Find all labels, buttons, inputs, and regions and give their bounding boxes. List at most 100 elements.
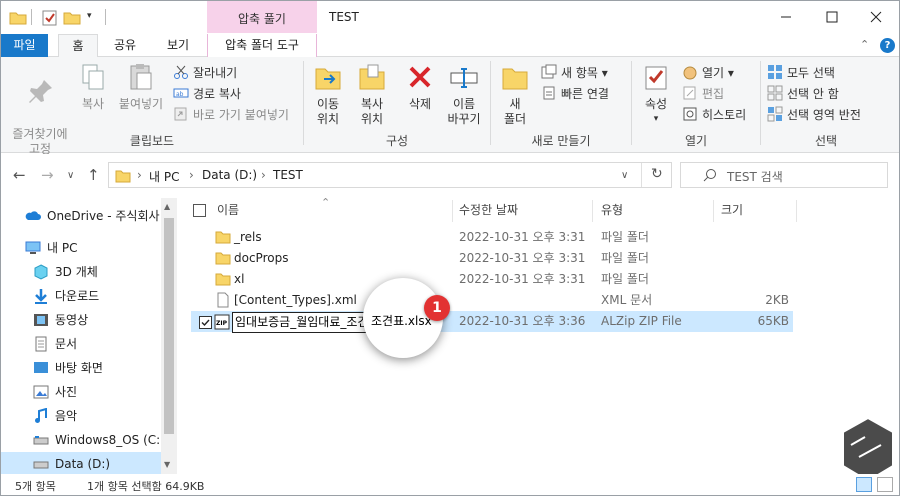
history-button[interactable]: 히스토리 — [682, 105, 746, 125]
select-none-button[interactable]: 선택 안 함 — [767, 84, 839, 104]
file-size: 2KB — [765, 293, 789, 307]
help-icon[interactable]: ? — [880, 38, 895, 53]
list-item[interactable]: docProps 2022-10-31 오후 3:31 파일 폴더 — [191, 248, 793, 269]
pc-icon — [25, 241, 41, 254]
edit-button[interactable]: 편집 — [682, 84, 724, 104]
tree-item-pictures[interactable]: 사진 — [1, 380, 161, 404]
minimize-button[interactable] — [763, 1, 809, 33]
customize-toolbar-icon[interactable]: ▾ — [87, 11, 105, 29]
column-header-modified[interactable]: 수정한 날짜 — [459, 198, 518, 222]
copy-to-button[interactable]: 복사 위치 — [352, 61, 392, 127]
tab-compressed-folder-tools[interactable]: 압축 폴더 도구 — [207, 34, 317, 57]
breadcrumb-pc[interactable]: 내 PC — [149, 168, 179, 185]
title-bar: ▾ 압축 풀기 TEST — [1, 1, 899, 34]
up-icon[interactable]: ↑ — [87, 166, 100, 184]
recent-locations-icon[interactable]: ∨ — [67, 170, 74, 181]
file-type: ALZip ZIP File — [601, 314, 682, 328]
list-item[interactable]: xl 2022-10-31 오후 3:31 파일 폴더 — [191, 269, 793, 290]
breadcrumb-drive[interactable]: Data (D:) — [202, 168, 257, 182]
copy-path-icon: ab — [173, 88, 189, 98]
tree-item-desktop[interactable]: 바탕 화면 — [1, 356, 161, 380]
rename-button[interactable]: 이름 바꾸기 — [442, 61, 486, 127]
column-header-size[interactable]: 크기 — [721, 198, 743, 222]
row-checkbox[interactable] — [199, 316, 212, 329]
navigation-pane: OneDrive - 주식회사 내 PC 3D 개체 다운로드 동영상 문서 바… — [1, 198, 177, 476]
selection-info: 1개 항목 선택함 64.9KB — [87, 480, 205, 493]
tree-item-videos[interactable]: 동영상 — [1, 308, 161, 332]
maximize-button[interactable] — [809, 1, 855, 33]
new-folder-button[interactable]: 새 폴더 — [495, 61, 535, 127]
step-number-badge: 1 — [424, 295, 450, 321]
invert-selection-button[interactable]: 선택 영역 반전 — [767, 105, 861, 125]
details-view-button[interactable] — [856, 477, 872, 492]
paste-shortcut-button[interactable]: 바로 가기 붙여넣기 — [173, 105, 289, 125]
move-to-button[interactable]: 이동 위치 — [308, 61, 348, 127]
divider — [641, 163, 642, 187]
divider — [105, 9, 106, 25]
refresh-icon[interactable]: ↻ — [651, 166, 663, 182]
address-dropdown-icon[interactable]: ∨ — [621, 170, 628, 181]
tab-view[interactable]: 보기 — [153, 34, 203, 57]
history-icon — [683, 107, 697, 121]
file-modified: 2022-10-31 오후 3:31 — [459, 272, 586, 286]
cut-button[interactable]: 잘라내기 — [173, 63, 237, 83]
copy-path-button[interactable]: ab 경로 복사 — [173, 84, 241, 104]
download-icon — [35, 289, 47, 304]
paste-shortcut-icon — [174, 107, 187, 121]
easy-access-icon — [543, 86, 555, 100]
column-header-type[interactable]: 유형 — [601, 198, 623, 222]
organize-group-label: 구성 — [385, 134, 409, 148]
new-group-label: 새로 만들기 — [531, 134, 591, 148]
contextual-tab-header: 압축 풀기 — [207, 1, 317, 33]
list-item[interactable]: [Content_Types].xml XML 문서 2KB — [191, 290, 793, 311]
easy-access-button[interactable]: 빠른 연결 — [541, 84, 609, 104]
folder-icon — [115, 170, 131, 183]
drive-icon — [33, 436, 49, 445]
tree-item-this-pc[interactable]: 내 PC — [1, 236, 161, 260]
scroll-up-icon[interactable]: ▲ — [164, 202, 170, 211]
collapse-ribbon-icon[interactable]: ⌃ — [860, 38, 869, 51]
tree-item-documents[interactable]: 문서 — [1, 332, 161, 356]
tab-share[interactable]: 공유 — [105, 34, 145, 57]
tree-item-3d-objects[interactable]: 3D 개체 — [1, 260, 161, 284]
copy-button[interactable]: 복사 — [73, 61, 113, 112]
file-modified: 2022-10-31 오후 3:36 — [459, 314, 586, 328]
svg-text:ZIP: ZIP — [216, 320, 228, 327]
large-icons-view-button[interactable] — [877, 477, 893, 492]
onedrive-icon — [25, 211, 41, 220]
open-button[interactable]: 열기 ▾ — [682, 63, 734, 83]
delete-icon — [409, 66, 431, 88]
close-button[interactable] — [853, 1, 899, 33]
svg-text:ab: ab — [176, 91, 184, 98]
column-header-name[interactable]: 이름 — [217, 198, 239, 222]
scroll-down-icon[interactable]: ▼ — [164, 460, 170, 469]
forward-icon[interactable]: → — [41, 166, 54, 184]
back-icon[interactable]: ← — [13, 166, 26, 184]
delete-button[interactable]: 삭제 — [400, 61, 440, 112]
select-all-button[interactable]: 모두 선택 — [767, 63, 835, 83]
paste-button[interactable]: 붙여넣기 — [115, 61, 167, 112]
tab-home[interactable]: 홈 — [58, 34, 98, 58]
properties-button[interactable]: 속성 ▾ — [636, 61, 676, 127]
new-item-button[interactable]: 새 항목 ▾ — [541, 63, 608, 83]
tree-item-music[interactable]: 음악 — [1, 404, 161, 428]
tree-item-drive-c[interactable]: Windows8_OS (C:) — [1, 428, 165, 452]
new-folder-icon[interactable] — [63, 9, 81, 27]
tree-item-downloads[interactable]: 다운로드 — [1, 284, 161, 308]
tree-item-drive-d[interactable]: Data (D:) — [1, 452, 161, 476]
select-all-checkbox[interactable] — [193, 204, 206, 217]
new-item-icon — [541, 64, 557, 79]
list-item[interactable]: _rels 2022-10-31 오후 3:31 파일 폴더 — [191, 227, 793, 248]
tree-item-onedrive[interactable]: OneDrive - 주식회사 — [1, 204, 161, 228]
desktop-icon — [34, 362, 48, 373]
rename-icon — [450, 68, 478, 88]
folder-icon[interactable] — [9, 9, 27, 27]
breadcrumb-folder[interactable]: TEST — [273, 168, 303, 182]
search-input[interactable]: TEST 검색 — [680, 162, 888, 188]
properties-icon[interactable] — [41, 9, 59, 27]
nav-pane-scrollbar[interactable]: ▲ ▼ — [161, 198, 177, 474]
address-bar[interactable]: › 내 PC › Data (D:) › TEST ∨ ↻ — [108, 162, 672, 188]
tab-file[interactable]: 파일 — [1, 34, 48, 57]
item-count: 5개 항목 — [15, 480, 56, 493]
scrollbar-thumb[interactable] — [164, 218, 174, 434]
